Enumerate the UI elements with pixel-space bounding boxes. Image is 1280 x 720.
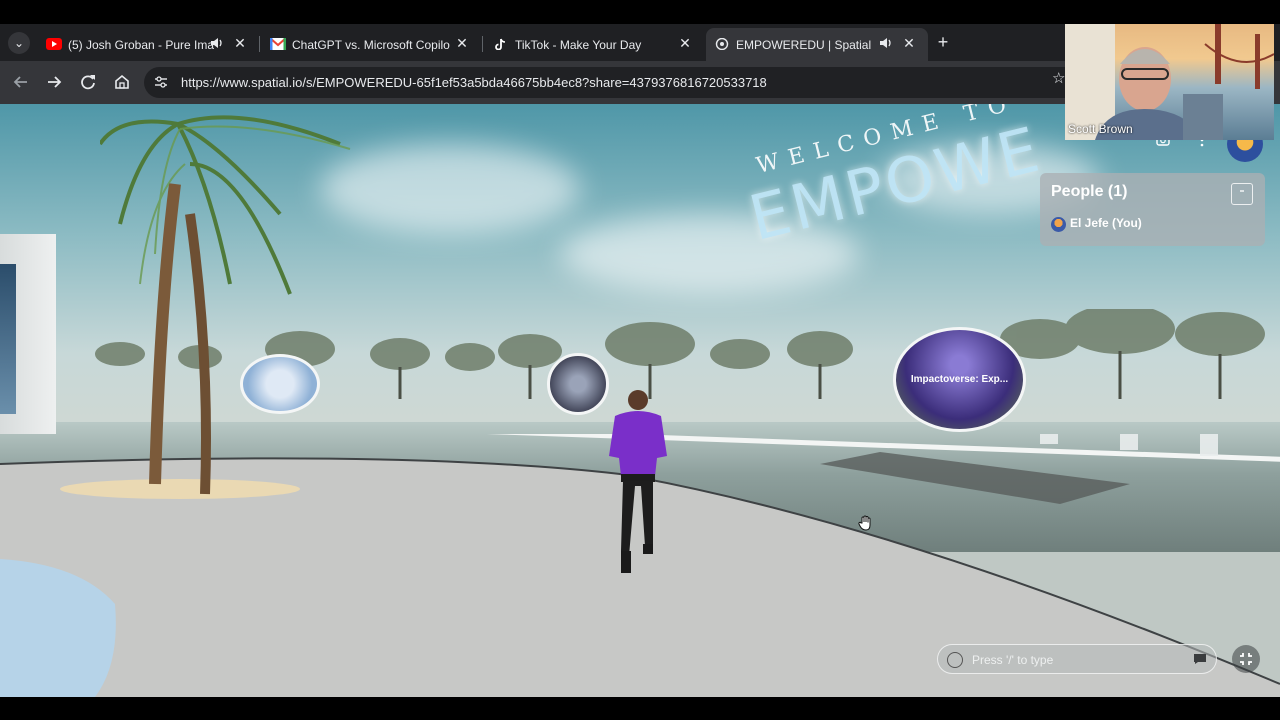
forward-button[interactable] — [43, 71, 65, 93]
tab-search-button[interactable]: ⌄ — [8, 32, 30, 54]
home-button[interactable] — [111, 71, 133, 93]
tab-gmail[interactable]: ChatGPT vs. Microsoft Copilot v ✕ — [262, 28, 480, 61]
tab-title: EMPOWEREDU | Spatial — [736, 38, 872, 52]
site-settings-icon[interactable] — [154, 75, 168, 89]
building-window — [0, 264, 16, 414]
emoji-icon[interactable] — [947, 652, 963, 668]
gmail-icon — [270, 38, 286, 50]
bookmark-star-icon[interactable]: ☆ — [1052, 69, 1065, 87]
tab-title: ChatGPT vs. Microsoft Copilot v — [292, 38, 450, 52]
tab-close-button[interactable]: ✕ — [232, 35, 248, 51]
palm-tree — [100, 115, 351, 495]
back-button[interactable] — [10, 71, 32, 93]
youtube-icon — [46, 38, 62, 50]
exit-fullscreen-icon[interactable] — [1232, 645, 1260, 673]
tab-title: TikTok - Make Your Day — [515, 38, 642, 52]
speaker-icon[interactable] — [879, 36, 893, 50]
reload-button[interactable] — [77, 71, 99, 93]
letterbox-top — [0, 0, 1280, 24]
tab-separator — [482, 36, 483, 52]
address-bar[interactable]: https://www.spatial.io/s/EMPOWEREDU-65f1… — [144, 67, 1084, 98]
spatial-icon — [715, 38, 729, 50]
tab-title: (5) Josh Groban - Pure Imag — [68, 38, 214, 52]
collapse-panel-button[interactable] — [1231, 183, 1253, 205]
portal-bubble[interactable] — [240, 354, 320, 414]
home-icon — [115, 74, 129, 89]
arrow-left-icon — [13, 76, 27, 88]
tab-close-button[interactable]: ✕ — [454, 35, 470, 51]
letterbox-bottom — [0, 697, 1280, 720]
player-avatar — [609, 390, 667, 573]
tab-separator — [259, 36, 260, 52]
chat-input[interactable] — [972, 651, 1172, 669]
tab-close-button[interactable]: ✕ — [901, 35, 917, 51]
people-panel-title: People (1) — [1051, 183, 1128, 200]
portal-bubble[interactable] — [547, 353, 609, 415]
speaker-icon[interactable] — [210, 36, 224, 50]
arrow-right-icon — [48, 76, 62, 88]
minimize-icon — [1240, 190, 1244, 192]
tab-tiktok[interactable]: TikTok - Make Your Day ✕ — [485, 28, 703, 61]
tab-youtube[interactable]: (5) Josh Groban - Pure Imag ✕ — [38, 28, 256, 61]
hand-cursor-icon — [858, 515, 871, 531]
avatar — [1051, 217, 1066, 232]
tab-close-button[interactable]: ✕ — [677, 35, 693, 51]
webcam-participant-name: Scott Brown — [1068, 122, 1133, 136]
url-text: https://www.spatial.io/s/EMPOWEREDU-65f1… — [181, 75, 767, 90]
tiktok-icon — [495, 38, 506, 50]
people-name: El Jefe (You) — [1070, 216, 1142, 230]
reload-icon — [81, 75, 95, 90]
chat-bar[interactable] — [937, 644, 1217, 674]
chat-bubble-icon[interactable] — [1193, 653, 1207, 665]
tab-spatial[interactable]: EMPOWEREDU | Spatial ✕ — [706, 28, 928, 61]
people-panel: People (1) El Jefe (You) — [1040, 173, 1265, 246]
new-tab-button[interactable]: + — [933, 33, 953, 53]
portal-label: Impactoverse: Exp... — [910, 374, 1009, 385]
portal-impactoverse[interactable]: Impactoverse: Exp... — [893, 327, 1026, 432]
webcam-overlay: Scott Brown — [1065, 24, 1274, 140]
